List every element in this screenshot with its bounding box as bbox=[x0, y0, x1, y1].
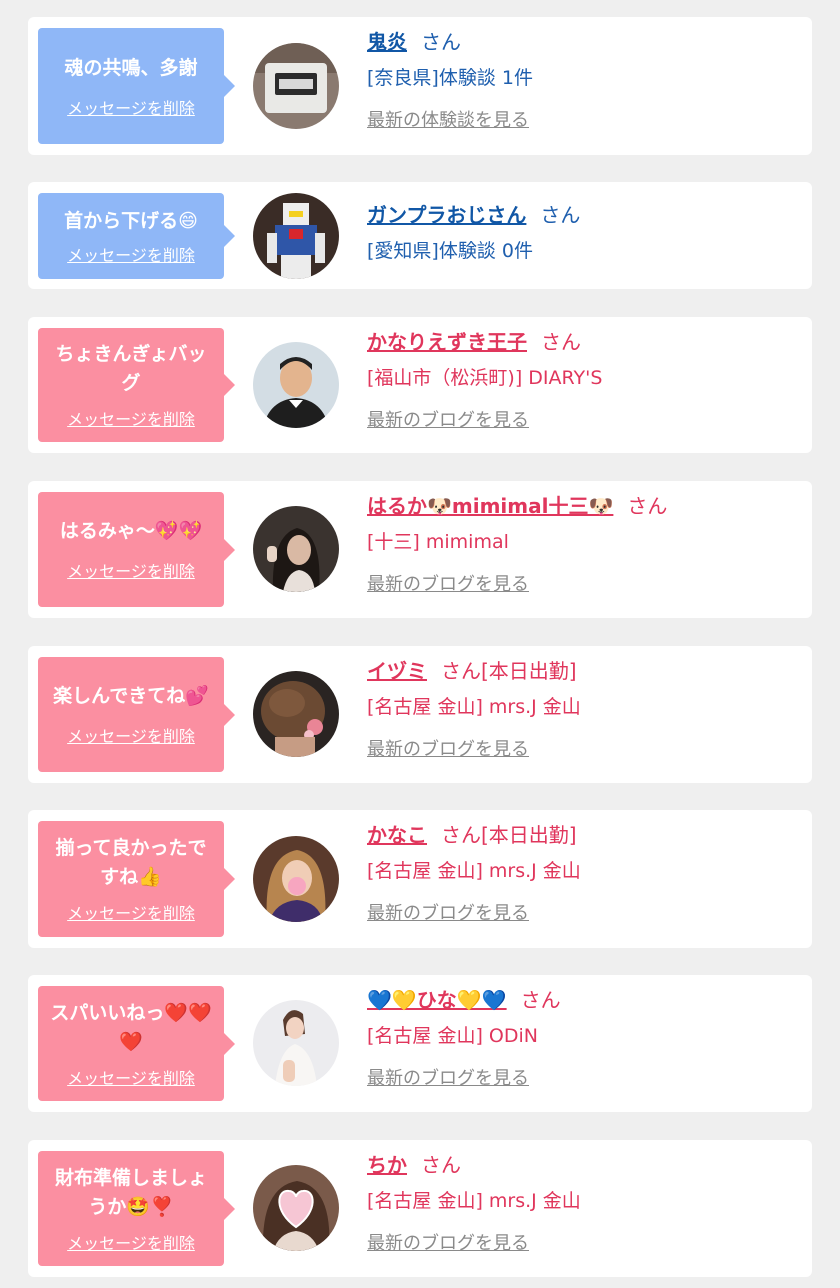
clock-photo-avatar[interactable] bbox=[253, 43, 339, 129]
message-text: はるみゃ〜💖💖 bbox=[59, 520, 203, 542]
user-name-link[interactable]: はるか🐶mimimal十三🐶 bbox=[367, 494, 613, 518]
message-bubble: ちょきんぎょバッグ メッセージを削除 bbox=[38, 328, 235, 442]
user-info: ガンプラおじさん さん [愛知県]体験談 0件 bbox=[367, 200, 802, 266]
user-name-link[interactable]: ちか bbox=[367, 1153, 407, 1177]
user-name-link[interactable]: ガンプラおじさん bbox=[367, 203, 526, 227]
user-location[interactable]: [名古屋 金山] mrs.J 金山 bbox=[367, 1186, 802, 1216]
user-info: イヅミ さん[本日出勤] [名古屋 金山] mrs.J 金山 最新のブログを見る bbox=[367, 656, 802, 761]
message-bubble: 楽しんできてね💕 メッセージを削除 bbox=[38, 657, 235, 772]
latest-post-link[interactable]: 最新のブログを見る bbox=[367, 735, 802, 761]
list-item: 魂の共鳴、多謝 メッセージを削除 鬼炎 さん [奈良県]体験談 1件 最新の体験談… bbox=[28, 17, 812, 155]
message-text: 財布準備しましょうか🤩❣️ bbox=[54, 1166, 207, 1218]
woman-photo-avatar[interactable] bbox=[253, 1000, 339, 1086]
user-name-link[interactable]: 鬼炎 bbox=[367, 30, 407, 54]
latest-post-link[interactable]: 最新の体験談を見る bbox=[367, 106, 802, 132]
delete-message-link[interactable]: メッセージを削除 bbox=[67, 242, 195, 266]
list-item: 首から下げる😄 メッセージを削除 ガンプラおじさん さん [愛知県]体験談 0件 bbox=[28, 182, 812, 289]
user-location[interactable]: [名古屋 金山] ODiN bbox=[367, 1021, 802, 1051]
delete-message-link[interactable]: メッセージを削除 bbox=[67, 95, 195, 119]
delete-message-link[interactable]: メッセージを削除 bbox=[67, 1065, 195, 1089]
delete-message-link[interactable]: メッセージを削除 bbox=[67, 558, 195, 582]
heart-sticker-photo-avatar[interactable] bbox=[253, 1165, 339, 1251]
latest-post-link[interactable]: 最新のブログを見る bbox=[367, 899, 802, 925]
honorific: さん bbox=[541, 330, 581, 354]
delete-message-link[interactable]: メッセージを削除 bbox=[67, 406, 195, 430]
latest-post-link[interactable]: 最新のブログを見る bbox=[367, 570, 802, 596]
message-bubble: はるみゃ〜💖💖 メッセージを削除 bbox=[38, 492, 235, 607]
user-name-link[interactable]: かなこ bbox=[367, 823, 427, 847]
message-bubble: スパいいねっ❤️❤️❤️ メッセージを削除 bbox=[38, 986, 235, 1101]
user-name-link[interactable]: 💙💛ひな💛💙 bbox=[367, 988, 507, 1012]
user-info: 鬼炎 さん [奈良県]体験談 1件 最新の体験談を見る bbox=[367, 27, 802, 132]
latest-post-link[interactable]: 最新のブログを見る bbox=[367, 1064, 802, 1090]
user-location[interactable]: [十三] mimimal bbox=[367, 527, 802, 557]
user-info: はるか🐶mimimal十三🐶 さん [十三] mimimal 最新のブログを見る bbox=[367, 491, 802, 596]
delete-message-link[interactable]: メッセージを削除 bbox=[67, 1230, 195, 1254]
user-info: ちか さん [名古屋 金山] mrs.J 金山 最新のブログを見る bbox=[367, 1150, 802, 1255]
honorific: さん bbox=[520, 988, 561, 1012]
list-item: 揃って良かったですね👍 メッセージを削除 かなこ さん[本日出勤] [名古屋 金山… bbox=[28, 810, 812, 948]
list-item: ちょきんぎょバッグ メッセージを削除 かなりえずき王子 さん [福山市（松浜町)]… bbox=[28, 317, 812, 453]
user-location[interactable]: [奈良県]体験談 1件 bbox=[367, 63, 802, 93]
latest-post-link[interactable]: 最新のブログを見る bbox=[367, 1229, 802, 1255]
user-name-link[interactable]: かなりえずき王子 bbox=[367, 330, 527, 354]
honorific: さん bbox=[627, 494, 668, 518]
list-item: スパいいねっ❤️❤️❤️ メッセージを削除 💙💛ひな💛💙 さん [名古屋 金山] … bbox=[28, 975, 812, 1112]
message-bubble: 魂の共鳴、多謝 メッセージを削除 bbox=[38, 28, 235, 144]
list-item: 楽しんできてね💕 メッセージを削除 イヅミ さん[本日出勤] [名古屋 金山] m… bbox=[28, 646, 812, 783]
woman-photo-avatar[interactable] bbox=[253, 506, 339, 592]
honorific: さん[本日出勤] bbox=[441, 659, 577, 683]
message-text: ちょきんぎょバッグ bbox=[55, 343, 207, 394]
honorific: さん bbox=[421, 1153, 461, 1177]
user-location[interactable]: [名古屋 金山] mrs.J 金山 bbox=[367, 856, 802, 886]
honorific: さん bbox=[421, 30, 461, 54]
delete-message-link[interactable]: メッセージを削除 bbox=[67, 900, 195, 924]
user-location[interactable]: [愛知県]体験談 0件 bbox=[367, 236, 802, 266]
woman-photo-avatar[interactable] bbox=[253, 836, 339, 922]
message-text: 揃って良かったですね👍 bbox=[55, 837, 207, 888]
message-bubble: 揃って良かったですね👍 メッセージを削除 bbox=[38, 821, 235, 937]
user-location[interactable]: [福山市（松浜町)] DIARY'S bbox=[367, 363, 802, 393]
message-text: 魂の共鳴、多謝 bbox=[64, 56, 198, 79]
latest-post-link[interactable]: 最新のブログを見る bbox=[367, 406, 802, 432]
user-info: かなりえずき王子 さん [福山市（松浜町)] DIARY'S 最新のブログを見る bbox=[367, 327, 802, 432]
hair-photo-avatar[interactable] bbox=[253, 671, 339, 757]
honorific: さん[本日出勤] bbox=[441, 823, 577, 847]
user-location[interactable]: [名古屋 金山] mrs.J 金山 bbox=[367, 692, 802, 722]
list-item: はるみゃ〜💖💖 メッセージを削除 はるか🐶mimimal十三🐶 さん [十三] m… bbox=[28, 481, 812, 618]
message-text: スパいいねっ❤️❤️❤️ bbox=[50, 1001, 212, 1053]
message-text: 首から下げる😄 bbox=[64, 209, 198, 232]
user-info: 💙💛ひな💛💙 さん [名古屋 金山] ODiN 最新のブログを見る bbox=[367, 985, 802, 1090]
list-item: 財布準備しましょうか🤩❣️ メッセージを削除 ちか さん [名古屋 金山] mrs… bbox=[28, 1140, 812, 1277]
gundam-photo-avatar[interactable] bbox=[253, 193, 339, 279]
message-bubble: 首から下げる😄 メッセージを削除 bbox=[38, 193, 235, 279]
user-info: かなこ さん[本日出勤] [名古屋 金山] mrs.J 金山 最新のブログを見る bbox=[367, 820, 802, 925]
honorific: さん bbox=[540, 203, 581, 227]
delete-message-link[interactable]: メッセージを削除 bbox=[67, 723, 195, 747]
message-bubble: 財布準備しましょうか🤩❣️ メッセージを削除 bbox=[38, 1151, 235, 1266]
user-name-link[interactable]: イヅミ bbox=[367, 659, 427, 683]
man-photo-avatar[interactable] bbox=[253, 342, 339, 428]
message-text: 楽しんできてね💕 bbox=[53, 685, 209, 707]
message-list: 魂の共鳴、多謝 メッセージを削除 鬼炎 さん [奈良県]体験談 1件 最新の体験談… bbox=[0, 0, 840, 1288]
